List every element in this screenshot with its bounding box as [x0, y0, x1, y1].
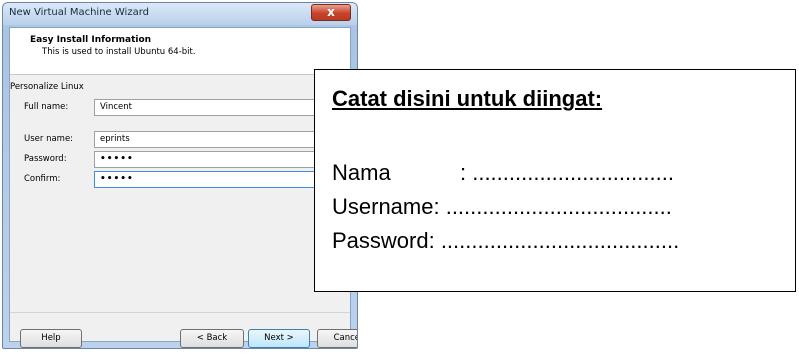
note-row-username: Username: ..............................… [332, 194, 672, 220]
note-row-label: Password [332, 228, 429, 253]
note-row-password: Password : .............................… [332, 228, 679, 254]
full-name-input[interactable]: Vincent [94, 99, 316, 116]
note-row-line: : ..................................... [433, 194, 672, 219]
next-button[interactable]: Next > [248, 329, 310, 348]
password-label: Password: [24, 154, 67, 164]
user-name-input[interactable]: eprints [94, 131, 316, 148]
note-row-label: Username [332, 194, 434, 219]
title-bar[interactable]: New Virtual Machine Wizard x [3, 3, 357, 25]
note-box: Catat disini untuk diingat: Nama : ......… [314, 69, 796, 292]
close-icon: x [327, 5, 335, 19]
note-row-line: : ................................. [460, 160, 674, 185]
password-input[interactable]: ••••• [94, 151, 316, 168]
window-title: New Virtual Machine Wizard [9, 7, 149, 18]
cancel-button[interactable]: Cancel [317, 329, 357, 348]
footer-divider [10, 312, 350, 313]
full-name-label: Full name: [24, 102, 69, 112]
user-name-label: User name: [24, 134, 74, 144]
back-button[interactable]: < Back [180, 329, 244, 348]
section-label: Personalize Linux [10, 82, 84, 92]
header-subtitle: This is used to install Ubuntu 64-bit. [42, 47, 196, 57]
wizard-window: New Virtual Machine Wizard x Easy Instal… [2, 2, 358, 349]
note-row-nama: Nama : ................................. [332, 160, 674, 186]
confirm-label: Confirm: [24, 174, 61, 184]
dialog-client: Easy Install Information This is used to… [9, 27, 357, 348]
header-title: Easy Install Information [30, 35, 152, 45]
note-title: Catat disini untuk diingat: [332, 86, 603, 111]
close-button[interactable]: x [311, 4, 351, 21]
confirm-password-input[interactable]: ••••• [94, 171, 316, 188]
note-row-line: : ......................................… [428, 228, 680, 253]
help-button[interactable]: Help [20, 329, 82, 348]
note-row-label: Nama [332, 160, 391, 185]
wizard-header: Easy Install Information This is used to… [10, 28, 350, 75]
